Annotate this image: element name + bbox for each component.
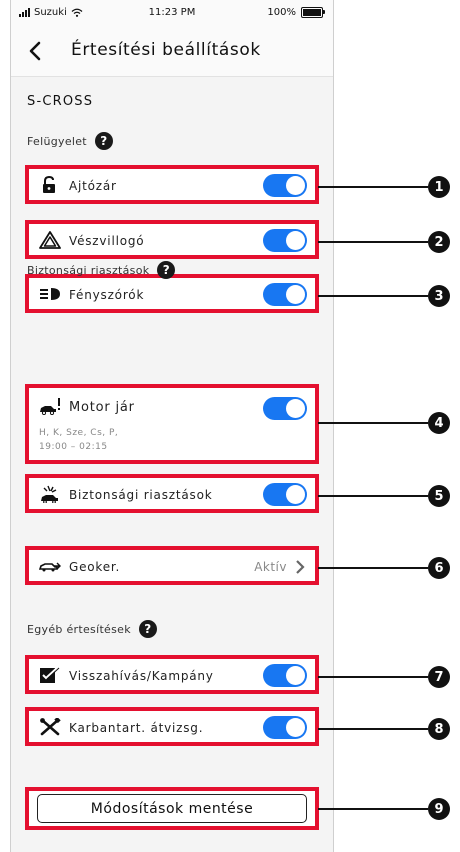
callout-badge: 8 xyxy=(428,718,450,740)
row-label: Geoker. xyxy=(69,560,121,574)
callout-line xyxy=(318,808,428,810)
save-changes-button[interactable]: Módosítások mentése xyxy=(25,787,319,830)
callout-badge: 3 xyxy=(428,285,450,307)
schedule-days: H, K, Sze, Cs, P, xyxy=(39,428,119,438)
security-alarm-toggle[interactable] xyxy=(263,483,307,506)
section-label: Egyéb értesítések xyxy=(27,622,131,636)
callout-badge: 7 xyxy=(428,666,450,688)
row-headlights: Fényszórók xyxy=(25,274,319,313)
callout-badge: 5 xyxy=(428,485,450,507)
callout-line xyxy=(318,676,428,678)
row-engine-running: Motor jár H, K, Sze, Cs, P, 19:00 – 02:1… xyxy=(25,384,319,464)
maintenance-icon xyxy=(40,718,61,736)
row-maintenance: Karbantart. átvizsg. xyxy=(25,707,319,746)
section-header-other: Egyéb értesítések ? xyxy=(27,620,157,638)
callout-badge: 1 xyxy=(428,176,450,198)
callout-line xyxy=(318,241,428,243)
row-geofence[interactable]: Geoker. Aktív xyxy=(25,546,319,585)
row-door-lock: Ajtózár xyxy=(25,165,319,204)
callout-line xyxy=(318,295,428,297)
headlights-toggle[interactable] xyxy=(263,283,307,306)
schedule-time: 19:00 – 02:15 xyxy=(39,442,108,452)
geofence-status: Aktív xyxy=(254,560,287,574)
page-title: Értesítési beállítások xyxy=(71,40,261,60)
maintenance-toggle[interactable] xyxy=(263,716,307,739)
engine-running-toggle[interactable] xyxy=(263,397,307,420)
row-label: Visszahívás/Kampány xyxy=(69,669,214,683)
row-label: Ajtózár xyxy=(69,179,117,193)
recall-toggle[interactable] xyxy=(263,664,307,687)
status-bar-right: 100% xyxy=(267,7,325,18)
row-hazard-lights: Vészvillogó xyxy=(25,220,319,259)
lock-icon xyxy=(43,176,55,193)
geofence-car-icon xyxy=(39,562,61,572)
callout-line xyxy=(318,186,428,188)
section-label: Felügyelet xyxy=(27,134,87,148)
recall-icon xyxy=(40,666,60,683)
door-lock-toggle[interactable] xyxy=(263,174,307,197)
phone-screen: Suzuki 11:23 PM 100% Értesítési beállítá… xyxy=(10,0,334,852)
back-arrow-icon[interactable] xyxy=(25,40,47,62)
status-bar: Suzuki 11:23 PM 100% xyxy=(11,0,333,26)
row-security-alarm: Biztonsági riasztások xyxy=(25,474,319,513)
hazard-lights-toggle[interactable] xyxy=(263,229,307,252)
section-label: Biztonsági riasztások xyxy=(27,263,150,277)
callout-badge: 9 xyxy=(428,798,450,820)
engine-schedule: H, K, Sze, Cs, P, 19:00 – 02:15 xyxy=(39,426,118,454)
battery-icon xyxy=(301,7,325,18)
row-label: Biztonsági riasztások xyxy=(69,488,213,502)
callout-line xyxy=(318,495,428,497)
chevron-right-icon xyxy=(296,560,305,574)
save-button-label: Módosítások mentése xyxy=(37,794,307,823)
callout-badge: 4 xyxy=(428,412,450,434)
row-recall-campaign: Visszahívás/Kampány xyxy=(25,655,319,694)
car-alert-icon xyxy=(40,398,60,415)
callout-line xyxy=(318,728,428,730)
car-alarm-icon xyxy=(41,485,58,503)
section-header-security: Biztonsági riasztások ? xyxy=(27,261,176,279)
row-label: Vészvillogó xyxy=(69,234,145,248)
nav-bar: Értesítési beállítások xyxy=(11,26,333,77)
help-icon[interactable]: ? xyxy=(138,620,157,638)
callout-line xyxy=(318,567,428,569)
headlight-icon xyxy=(40,288,60,300)
callout-badge: 6 xyxy=(428,557,450,579)
help-icon[interactable]: ? xyxy=(157,261,176,279)
row-label: Karbantart. átvizsg. xyxy=(69,721,204,735)
row-label: Fényszórók xyxy=(69,288,145,302)
row-label: Motor jár xyxy=(69,400,135,415)
section-header-supervision: Felügyelet ? xyxy=(27,132,113,150)
vehicle-name: S-CROSS xyxy=(27,94,94,109)
battery-percent: 100% xyxy=(267,7,296,18)
callout-line xyxy=(318,422,428,424)
hazard-icon xyxy=(39,231,61,249)
callout-badge: 2 xyxy=(428,231,450,253)
help-icon[interactable]: ? xyxy=(94,132,113,150)
